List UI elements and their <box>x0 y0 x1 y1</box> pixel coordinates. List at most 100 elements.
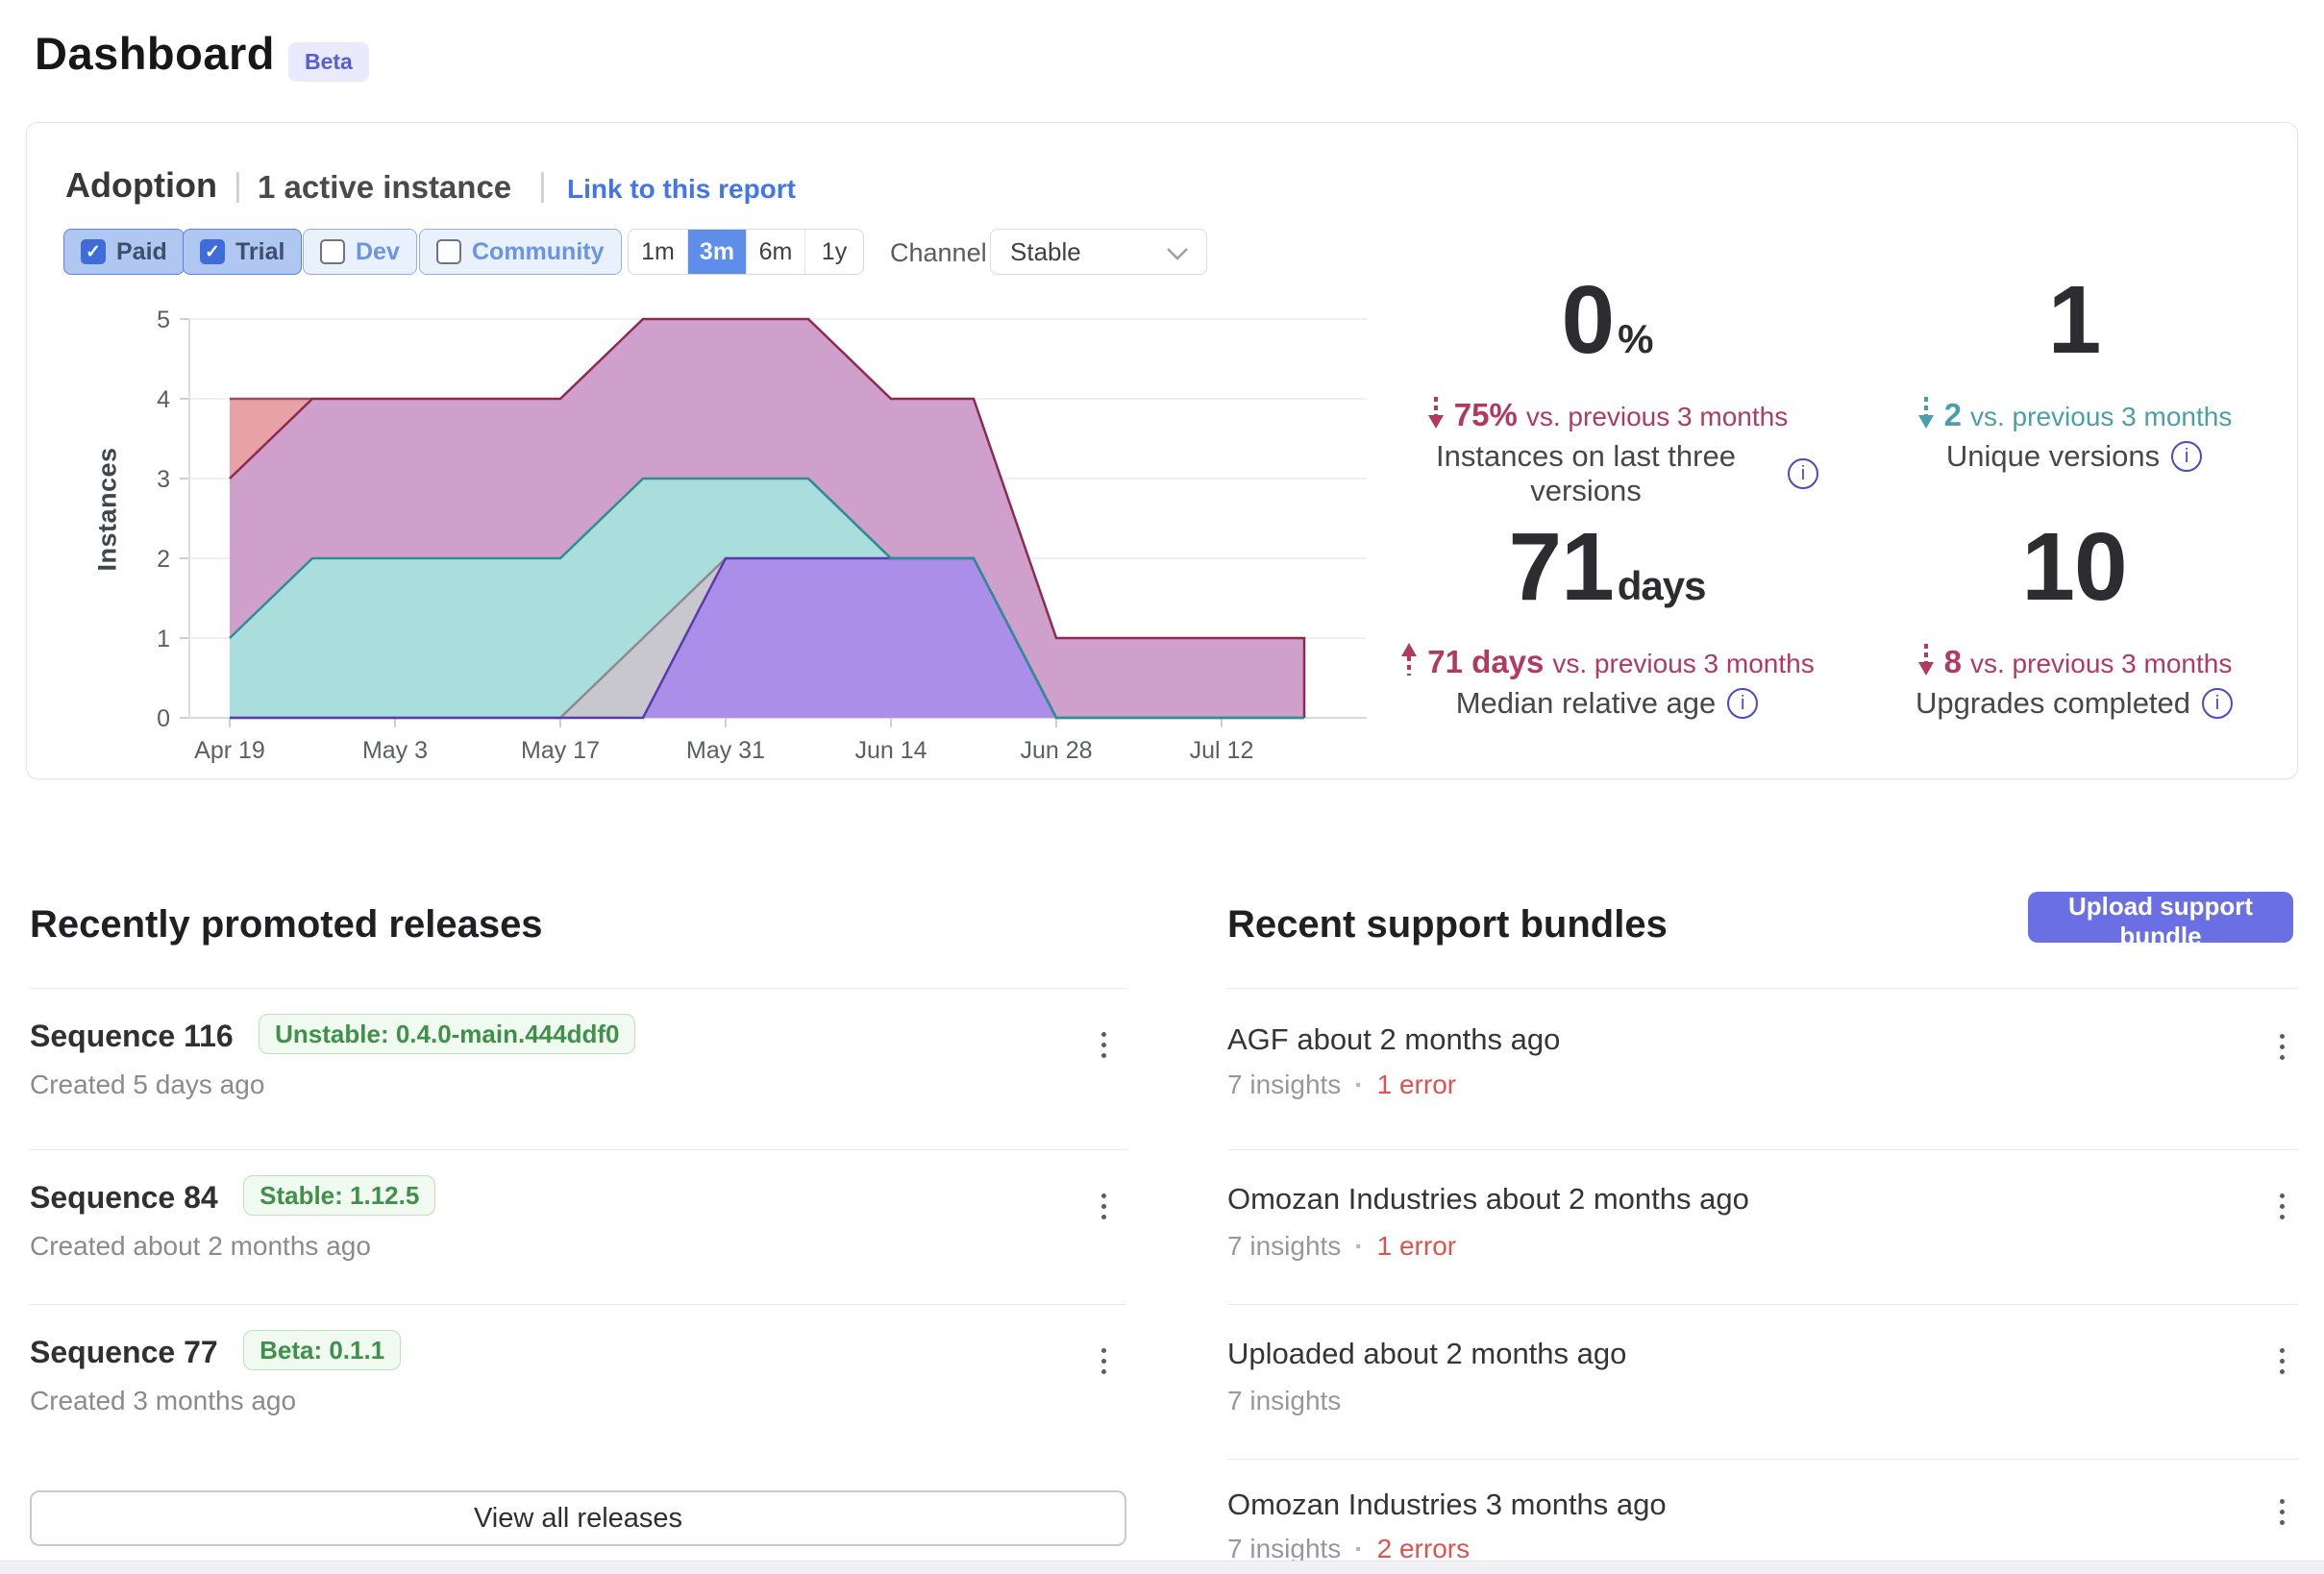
stat-unique-versions: 1 2vs. previous 3 months Unique versions… <box>1863 272 2286 474</box>
page-title: Dashboard <box>35 27 275 80</box>
svg-text:3: 3 <box>157 466 170 493</box>
channel-value: Stable <box>1010 237 1081 267</box>
svg-text:Jul 12: Jul 12 <box>1190 737 1254 764</box>
checkbox-unchecked-icon <box>320 239 345 264</box>
info-icon[interactable]: i <box>1788 458 1818 489</box>
title-separator: | <box>538 167 547 205</box>
bundle-row[interactable]: AGF about 2 months ago <box>1227 1022 1560 1057</box>
kebab-menu-icon[interactable] <box>2276 1030 2286 1064</box>
filter-trial[interactable]: Trial <box>183 229 302 275</box>
kebab-menu-icon[interactable] <box>2276 1190 2286 1223</box>
filter-label: Paid <box>116 238 167 266</box>
view-all-releases-button[interactable]: View all releases <box>30 1490 1126 1546</box>
arrow-down-icon <box>1916 394 1936 430</box>
release-channel-badge: Unstable: 0.4.0-main.444ddf0 <box>259 1014 635 1054</box>
stat-label: Median relative agei <box>1396 686 1818 721</box>
bundle-row[interactable]: Uploaded about 2 months ago <box>1227 1337 1626 1371</box>
divider <box>30 1149 1126 1150</box>
stat-delta: 75%vs. previous 3 months <box>1396 389 1818 431</box>
stat-upgrades-completed: 10 8vs. previous 3 months Upgrades compl… <box>1863 519 2286 721</box>
svg-text:4: 4 <box>157 386 170 413</box>
bundle-insights: 7 insights · 1 error <box>1227 1231 1456 1262</box>
checkbox-checked-icon <box>200 239 225 264</box>
svg-text:0: 0 <box>157 705 170 732</box>
arrow-up-icon <box>1399 641 1419 677</box>
release-row[interactable]: Sequence 84 Stable: 1.12.5 <box>30 1180 435 1216</box>
svg-text:Jun 14: Jun 14 <box>854 737 927 764</box>
checkbox-unchecked-icon <box>436 239 461 264</box>
release-created: Created 5 days ago <box>30 1070 264 1100</box>
adoption-area-chart: 012345Apr 19May 3May 17May 31Jun 14Jun 2… <box>58 303 1403 774</box>
stat-delta: 8vs. previous 3 months <box>1863 636 2286 678</box>
range-1y[interactable]: 1y <box>804 230 863 274</box>
divider <box>1227 1149 2298 1150</box>
kebab-menu-icon[interactable] <box>2276 1495 2286 1529</box>
beta-badge: Beta <box>288 42 369 82</box>
bundle-row[interactable]: Omozan Industries 3 months ago <box>1227 1488 1667 1522</box>
link-to-report[interactable]: Link to this report <box>567 174 796 205</box>
stat-delta: 71 daysvs. previous 3 months <box>1396 636 1818 678</box>
svg-text:May 17: May 17 <box>521 737 600 764</box>
title-separator: | <box>234 167 242 205</box>
release-title: Sequence 116 <box>30 1019 234 1053</box>
divider <box>1227 1304 2298 1305</box>
stat-value: 10 <box>1863 519 2286 615</box>
svg-text:1: 1 <box>157 626 170 652</box>
stat-label: Upgrades completedi <box>1863 686 2286 721</box>
range-3m-selected[interactable]: 3m <box>687 230 746 274</box>
releases-heading: Recently promoted releases <box>30 903 543 947</box>
divider <box>30 1304 1126 1305</box>
kebab-menu-icon[interactable] <box>2276 1344 2286 1378</box>
kebab-menu-icon[interactable] <box>1098 1344 1107 1378</box>
filter-label: Trial <box>235 238 284 266</box>
bundle-insights: 7 insights <box>1227 1386 1341 1416</box>
svg-text:Apr 19: Apr 19 <box>194 737 265 764</box>
kebab-menu-icon[interactable] <box>1098 1028 1107 1062</box>
support-bundles-heading: Recent support bundles <box>1227 903 1668 947</box>
stat-instances-last-three-versions: 0% 75%vs. previous 3 months Instances on… <box>1396 272 1818 508</box>
channel-select[interactable]: Stable <box>990 229 1207 275</box>
bundle-row[interactable]: Omozan Industries about 2 months ago <box>1227 1182 1749 1217</box>
divider <box>1227 1459 2298 1460</box>
filter-label: Dev <box>356 238 400 266</box>
stat-value: 0% <box>1396 272 1818 368</box>
info-icon[interactable]: i <box>2171 441 2202 472</box>
svg-text:Jun 28: Jun 28 <box>1020 737 1092 764</box>
arrow-down-icon <box>1426 394 1446 430</box>
bundle-error-count: 1 error <box>1377 1070 1456 1100</box>
range-6m[interactable]: 6m <box>746 230 804 274</box>
release-title: Sequence 84 <box>30 1180 218 1215</box>
filter-dev[interactable]: Dev <box>303 229 417 275</box>
filter-label: Community <box>472 238 605 266</box>
stat-label: Instances on last three versionsi <box>1396 439 1818 508</box>
checkbox-checked-icon <box>81 239 106 264</box>
filter-paid[interactable]: Paid <box>63 229 185 275</box>
filter-community[interactable]: Community <box>419 229 622 275</box>
release-channel-badge: Beta: 0.1.1 <box>243 1330 401 1370</box>
upload-support-bundle-button[interactable]: Upload support bundle <box>2028 892 2293 943</box>
active-instance-count: 1 active instance <box>258 169 511 206</box>
release-created: Created 3 months ago <box>30 1386 296 1416</box>
release-channel-badge: Stable: 1.12.5 <box>243 1175 435 1216</box>
info-icon[interactable]: i <box>1727 688 1758 719</box>
release-row[interactable]: Sequence 77 Beta: 0.1.1 <box>30 1335 401 1370</box>
svg-text:May 31: May 31 <box>686 737 765 764</box>
kebab-menu-icon[interactable] <box>1098 1190 1107 1223</box>
stat-delta: 2vs. previous 3 months <box>1863 389 2286 431</box>
svg-text:2: 2 <box>157 546 170 573</box>
time-range-group: 1m 3m 6m 1y <box>628 229 864 275</box>
release-row[interactable]: Sequence 116 Unstable: 0.4.0-main.444ddf… <box>30 1019 635 1054</box>
stat-median-relative-age: 71days 71 daysvs. previous 3 months Medi… <box>1396 519 1818 721</box>
range-1m[interactable]: 1m <box>629 230 687 274</box>
stat-value: 1 <box>1863 272 2286 368</box>
bundle-error-count: 1 error <box>1377 1231 1456 1262</box>
release-created: Created about 2 months ago <box>30 1231 371 1262</box>
info-icon[interactable]: i <box>2202 688 2233 719</box>
stat-label: Unique versionsi <box>1863 439 2286 474</box>
svg-text:5: 5 <box>157 307 170 333</box>
arrow-down-icon <box>1916 641 1936 677</box>
adoption-heading: Adoption <box>65 165 217 206</box>
divider <box>30 988 1126 989</box>
divider <box>1227 988 2298 989</box>
channel-label: Channel <box>890 238 987 268</box>
